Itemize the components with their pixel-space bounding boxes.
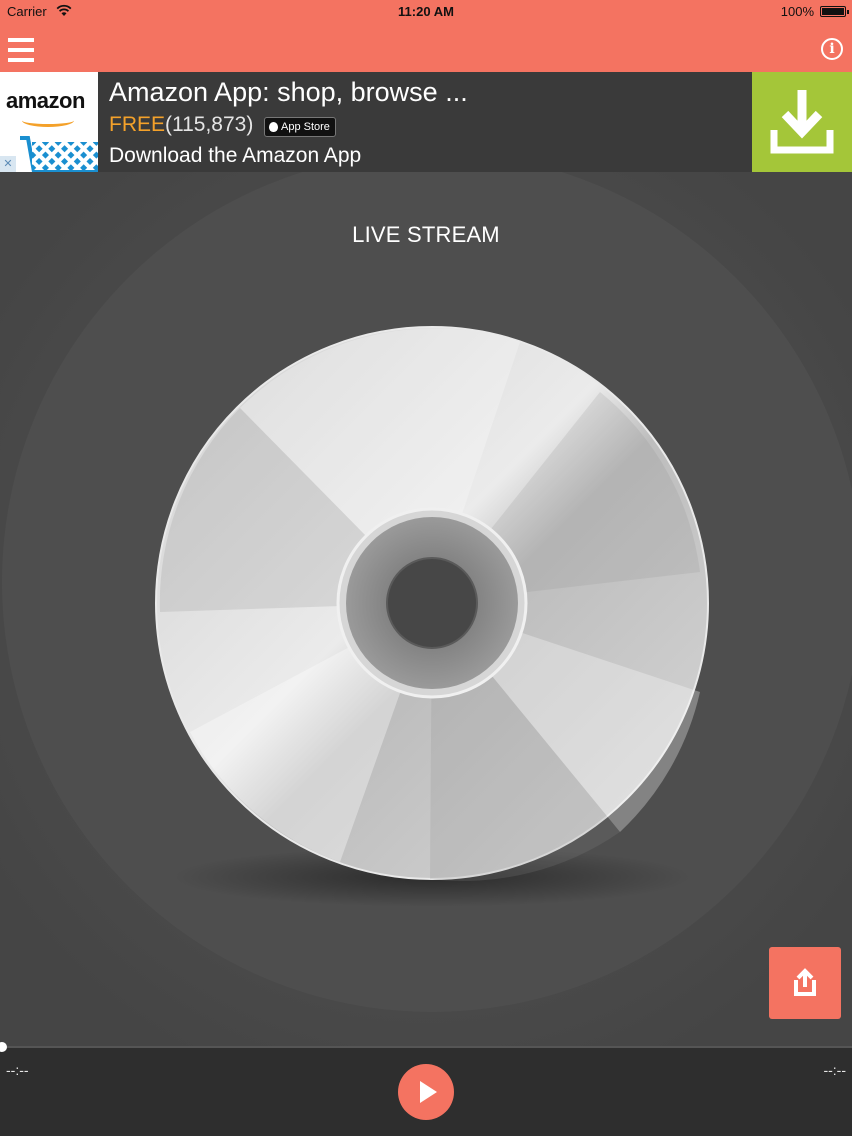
ad-subtitle: Download the Amazon App bbox=[109, 144, 362, 167]
status-time: 11:20 AM bbox=[398, 4, 454, 19]
ad-rating-count: (115,873) bbox=[165, 113, 254, 136]
amazon-logo: amazon ✕ bbox=[0, 72, 98, 172]
info-icon: i bbox=[829, 41, 835, 57]
play-button[interactable] bbox=[398, 1064, 454, 1120]
ad-banner[interactable]: amazon ✕ Amazon App: shop, browse ... FR… bbox=[0, 72, 852, 172]
adchoices-icon[interactable]: ✕ bbox=[0, 156, 16, 172]
ad-download-button[interactable] bbox=[752, 72, 852, 172]
app-store-label: App Store bbox=[281, 121, 330, 133]
info-button[interactable]: i bbox=[821, 38, 843, 60]
amazon-smile-icon bbox=[22, 114, 74, 127]
remaining-time: --:-- bbox=[823, 1062, 846, 1078]
top-bar: Carrier 11:20 AM 100% i bbox=[0, 0, 852, 72]
elapsed-time: --:-- bbox=[6, 1062, 29, 1078]
battery-icon bbox=[820, 6, 849, 17]
battery-percent: 100% bbox=[780, 4, 814, 19]
amazon-logo-text: amazon bbox=[6, 88, 85, 113]
ad-price: FREE bbox=[109, 113, 166, 136]
share-button[interactable] bbox=[769, 947, 841, 1019]
cd-disc-icon bbox=[0, 172, 852, 1046]
menu-icon bbox=[8, 38, 34, 42]
status-bar: Carrier 11:20 AM 100% bbox=[0, 0, 852, 24]
ad-title: Amazon App: shop, browse ... bbox=[109, 77, 468, 107]
app-store-badge: App Store bbox=[264, 117, 336, 137]
shopping-cart-icon bbox=[20, 136, 98, 172]
share-icon bbox=[794, 968, 816, 996]
artwork-area: LIVE STREAM bbox=[0, 172, 852, 1046]
page-title: LIVE STREAM bbox=[352, 222, 500, 247]
menu-button[interactable] bbox=[8, 38, 34, 62]
progress-thumb[interactable] bbox=[0, 1042, 7, 1052]
play-icon bbox=[420, 1081, 437, 1103]
download-icon bbox=[770, 90, 834, 154]
progress-bar[interactable] bbox=[0, 1042, 852, 1052]
player-controls: --:-- --:-- bbox=[0, 1042, 852, 1136]
apple-icon bbox=[269, 122, 278, 132]
